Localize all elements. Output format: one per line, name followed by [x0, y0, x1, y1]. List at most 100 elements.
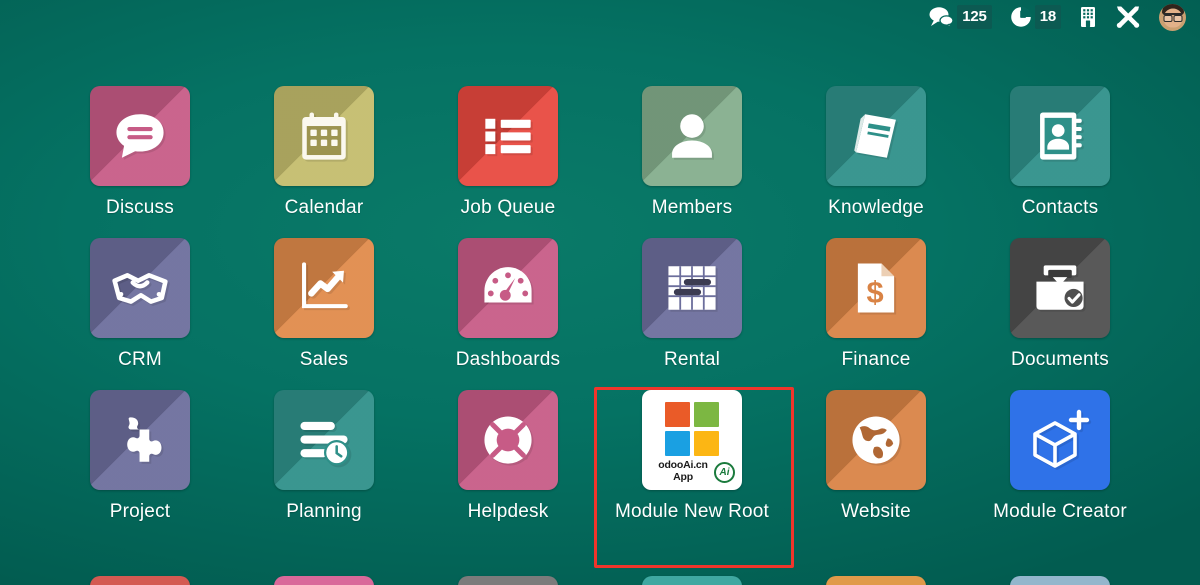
app-rental[interactable]: Rental	[600, 238, 784, 371]
invoice-dollar-icon: $	[847, 259, 905, 317]
app-tile[interactable]	[1010, 390, 1110, 490]
app-members[interactable]: Members	[600, 86, 784, 219]
card-brand-text: odooAi.cn App	[650, 459, 716, 483]
app-grid-next-row-partial	[0, 576, 1200, 585]
app-tile[interactable]	[826, 86, 926, 186]
app-tile[interactable]	[90, 238, 190, 338]
chat-bubble-icon	[111, 107, 169, 165]
app-finance[interactable]: $ Finance	[784, 238, 968, 371]
app-label: Contacts	[1022, 197, 1099, 219]
app-tile[interactable]: $	[826, 238, 926, 338]
app-tile[interactable]	[274, 576, 374, 585]
lifebuoy-icon	[479, 411, 537, 469]
app-tile[interactable]	[90, 576, 190, 585]
app-tile[interactable]	[274, 390, 374, 490]
app-tile[interactable]	[458, 238, 558, 338]
building-icon[interactable]	[1079, 6, 1097, 28]
app-label: Module Creator	[993, 501, 1127, 523]
app-label: Sales	[300, 349, 349, 371]
logo-square-blue	[665, 431, 690, 456]
activities-clock-icon[interactable]	[1010, 6, 1032, 28]
ai-badge-icon: Ai	[714, 462, 735, 483]
messages-counter[interactable]: 125	[928, 3, 991, 31]
app-tile[interactable]	[1010, 576, 1110, 585]
app-module-new-root[interactable]: odooAi.cn App Ai Module New Root	[600, 390, 784, 523]
app-tile[interactable]	[642, 86, 742, 186]
calendar-icon	[295, 107, 353, 165]
app-dashboards[interactable]: Dashboards	[416, 238, 600, 371]
app-project[interactable]: Project	[48, 390, 232, 523]
task-list-icon	[479, 107, 537, 165]
app-label: Knowledge	[828, 197, 924, 219]
app-job-queue[interactable]: Job Queue	[416, 86, 600, 219]
app-label: Dashboards	[456, 349, 560, 371]
app-tile[interactable]	[90, 86, 190, 186]
app-label: Planning	[286, 501, 362, 523]
app-label: Project	[110, 501, 171, 523]
logo-square-green	[694, 402, 719, 427]
app-contacts[interactable]: Contacts	[968, 86, 1152, 219]
app-planning[interactable]: Planning	[232, 390, 416, 523]
card-brand-line1: odooAi.cn	[650, 459, 716, 471]
app-label: Finance	[842, 349, 911, 371]
svg-text:$: $	[867, 275, 884, 310]
app-label: CRM	[118, 349, 162, 371]
avatar[interactable]	[1159, 4, 1186, 31]
app-tile[interactable]	[642, 576, 742, 585]
app-tile[interactable]	[1010, 238, 1110, 338]
app-tile[interactable]	[1010, 86, 1110, 186]
handshake-icon	[111, 259, 169, 317]
app-tile[interactable]	[458, 576, 558, 585]
app-discuss[interactable]: Discuss	[48, 86, 232, 219]
app-partial-3[interactable]	[416, 576, 600, 585]
app-helpdesk[interactable]: Helpdesk	[416, 390, 600, 523]
app-tile[interactable]	[274, 86, 374, 186]
puzzle-piece-icon	[111, 411, 169, 469]
book-icon	[847, 107, 905, 165]
system-topbar: 125 18	[928, 0, 1200, 34]
app-tile[interactable]: odooAi.cn App Ai	[642, 390, 742, 490]
app-tile[interactable]	[642, 238, 742, 338]
app-tile[interactable]	[458, 390, 558, 490]
avatar-glasses	[1163, 13, 1182, 19]
app-grid: Discuss	[0, 86, 1200, 523]
growth-chart-icon	[295, 259, 353, 317]
schedule-bars-icon	[295, 411, 353, 469]
messages-icon[interactable]	[928, 6, 954, 28]
app-crm[interactable]: CRM	[48, 238, 232, 371]
company-switcher[interactable]	[1079, 3, 1097, 31]
app-partial-1[interactable]	[48, 576, 232, 585]
app-label: Members	[652, 197, 733, 219]
app-tile[interactable]	[826, 390, 926, 490]
app-calendar[interactable]: Calendar	[232, 86, 416, 219]
app-tile[interactable]	[458, 86, 558, 186]
app-partial-5[interactable]	[784, 576, 968, 585]
app-partial-6[interactable]	[968, 576, 1152, 585]
app-sales[interactable]: Sales	[232, 238, 416, 371]
app-partial-2[interactable]	[232, 576, 416, 585]
app-module-creator[interactable]: Module Creator	[968, 390, 1152, 523]
gauge-icon	[479, 259, 537, 317]
app-tile[interactable]	[274, 238, 374, 338]
developer-tools[interactable]	[1115, 3, 1141, 31]
cube-plus-icon	[1028, 408, 1092, 472]
app-label: Job Queue	[461, 197, 556, 219]
app-knowledge[interactable]: Knowledge	[784, 86, 968, 219]
app-label: Discuss	[106, 197, 174, 219]
app-documents[interactable]: Documents	[968, 238, 1152, 371]
gantt-grid-icon	[663, 259, 721, 317]
app-tile[interactable]	[826, 576, 926, 585]
app-label: Documents	[1011, 349, 1109, 371]
app-label: Rental	[664, 349, 720, 371]
app-tile[interactable]	[90, 390, 190, 490]
messages-badge: 125	[957, 5, 991, 29]
app-label: Module New Root	[615, 501, 769, 523]
tools-wrench-icon[interactable]	[1115, 5, 1141, 29]
app-partial-4[interactable]	[600, 576, 784, 585]
activities-counter[interactable]: 18	[1010, 3, 1061, 31]
app-label: Calendar	[285, 197, 364, 219]
logo-square-yellow	[694, 431, 719, 456]
person-icon	[663, 107, 721, 165]
address-book-icon	[1031, 107, 1089, 165]
app-website[interactable]: Website	[784, 390, 968, 523]
